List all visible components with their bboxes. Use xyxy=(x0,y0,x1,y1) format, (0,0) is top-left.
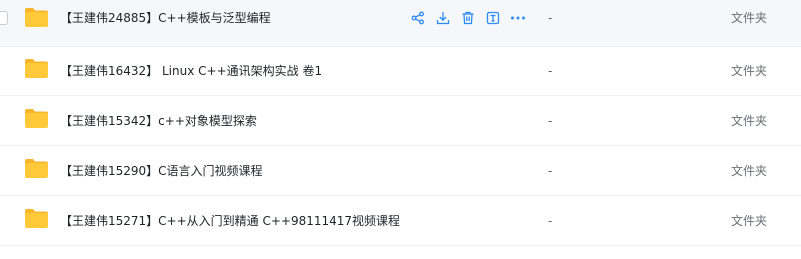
file-type: 文件夹 xyxy=(731,114,768,128)
file-type: 文件夹 xyxy=(731,64,768,78)
folder-icon xyxy=(24,108,49,129)
file-size: - xyxy=(548,114,553,128)
file-row[interactable]: 【王建伟15271】C++从入门到精通 C++98111417视频课程 - 文件… xyxy=(0,196,801,246)
download-icon[interactable] xyxy=(435,10,451,26)
file-row[interactable]: 【王建伟15342】c++对象模型探索 - 文件夹 xyxy=(0,96,801,146)
rename-icon[interactable] xyxy=(485,10,501,26)
file-name[interactable]: 【王建伟15342】c++对象模型探索 xyxy=(60,96,257,146)
file-type: 文件夹 xyxy=(731,214,768,228)
folder-icon xyxy=(24,208,49,229)
file-name[interactable]: 【王建伟15271】C++从入门到精通 C++98111417视频课程 xyxy=(60,196,400,246)
row-actions xyxy=(410,8,535,28)
more-icon[interactable] xyxy=(510,10,526,26)
folder-icon xyxy=(24,58,49,79)
share-icon[interactable] xyxy=(410,10,426,26)
file-type: 文件夹 xyxy=(731,164,768,178)
folder-icon xyxy=(24,158,49,179)
file-name[interactable]: 【王建伟15290】C语言入门视频课程 xyxy=(60,146,263,196)
delete-icon[interactable] xyxy=(460,10,476,26)
file-name[interactable]: 【王建伟16432】 Linux C++通讯架构实战 卷1 xyxy=(60,46,322,96)
file-type: 文件夹 xyxy=(731,11,768,25)
file-row[interactable]: 【王建伟16432】 Linux C++通讯架构实战 卷1 - 文件夹 xyxy=(0,46,801,96)
file-size: - xyxy=(548,214,553,228)
file-size: - xyxy=(548,164,553,178)
file-name[interactable]: 【王建伟24885】C++模板与泛型编程 xyxy=(60,0,271,47)
file-size: - xyxy=(548,11,553,25)
file-size: - xyxy=(548,64,553,78)
row-checkbox[interactable] xyxy=(0,11,8,25)
folder-icon xyxy=(24,7,49,28)
file-row[interactable]: 【王建伟24885】C++模板与泛型编程 - 文件夹 xyxy=(0,0,801,47)
file-row[interactable]: 【王建伟15290】C语言入门视频课程 - 文件夹 xyxy=(0,146,801,196)
file-list: 【王建伟24885】C++模板与泛型编程 - 文件夹 【王建伟16432】 Li… xyxy=(0,0,801,259)
